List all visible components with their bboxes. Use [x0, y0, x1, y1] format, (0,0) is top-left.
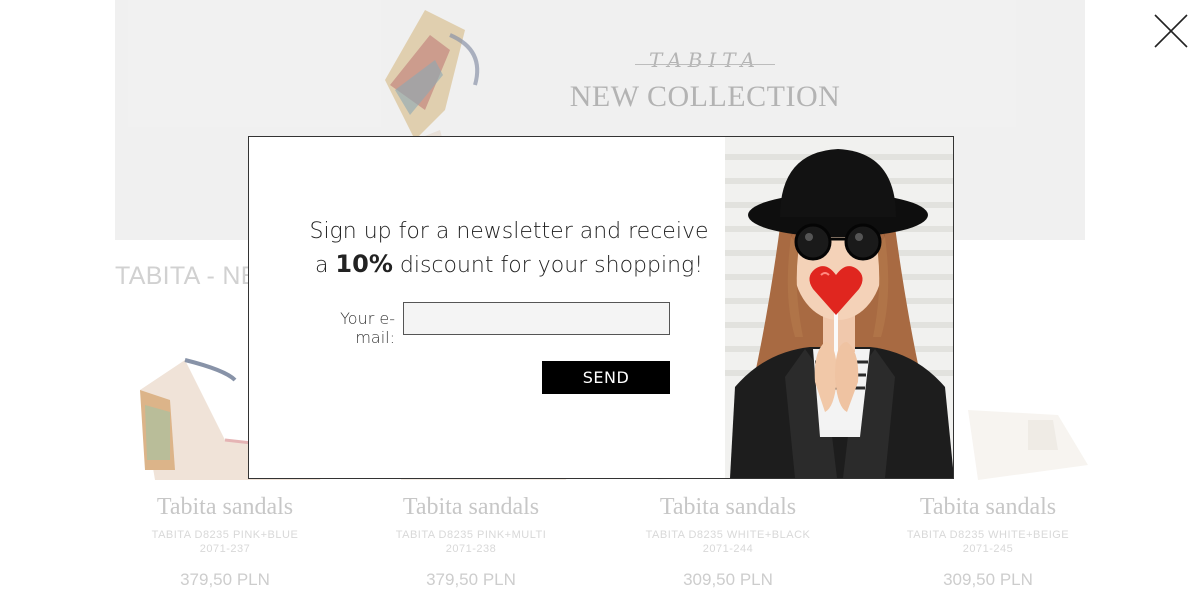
email-input[interactable] [403, 302, 670, 335]
discount-amount: 10% [335, 250, 393, 278]
newsletter-modal: Sign up for a newsletter and receive a 1… [248, 136, 954, 479]
send-button[interactable]: SEND [542, 361, 670, 394]
headline-pre: a [314, 253, 329, 278]
email-label: Your e-mail: [340, 309, 395, 347]
close-button[interactable] [1152, 12, 1190, 50]
headline-post: discount for your shopping! [399, 253, 704, 278]
newsletter-form: Sign up for a newsletter and receive a 1… [249, 137, 725, 478]
woman-with-heart-lollipop-image [725, 137, 953, 478]
close-icon [1154, 14, 1188, 48]
headline-line1: Sign up for a newsletter and receive [309, 219, 709, 244]
newsletter-headline: Sign up for a newsletter and receive a 1… [289, 215, 729, 282]
